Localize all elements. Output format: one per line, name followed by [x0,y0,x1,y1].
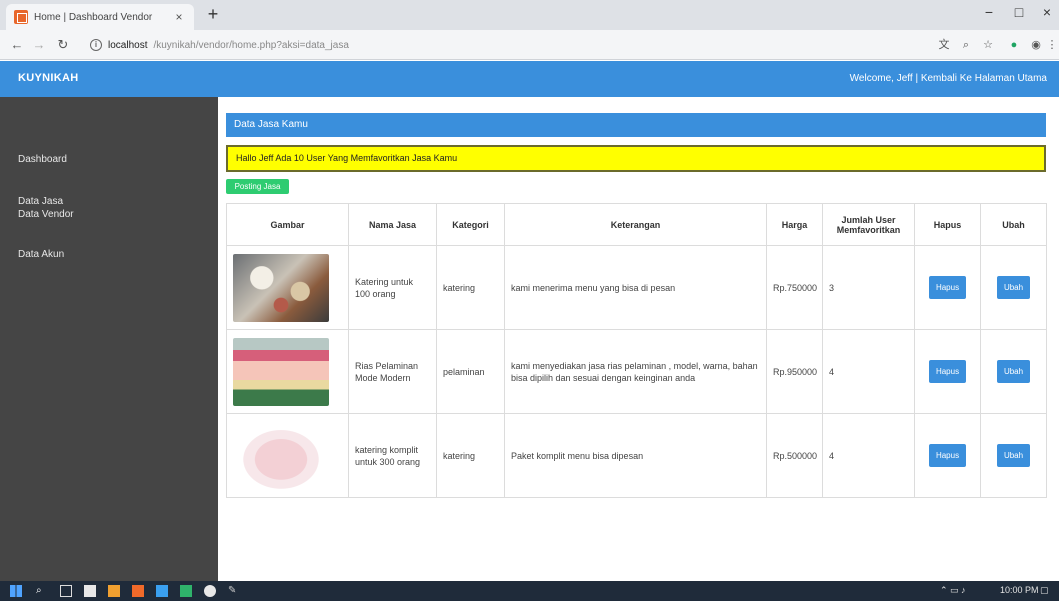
edit-cell: Ubah [980,329,1047,414]
chrome-icon[interactable] [204,585,216,597]
service-name: Rias Pelaminan Mode Modern [348,329,437,414]
zoom-icon[interactable]: ⌕ [958,37,974,53]
delete-button[interactable]: Hapus [928,444,967,467]
start-icon[interactable] [10,585,22,597]
delete-button[interactable]: Hapus [928,360,967,383]
service-name: katering komplit untuk 300 orang [348,413,437,498]
menu-icon[interactable]: ⋮ [1044,37,1059,53]
posting-jasa-button[interactable]: Posting Jasa [226,179,289,194]
favorite-count: 3 [822,245,915,330]
maximize-window-icon[interactable]: □ [1008,4,1030,20]
taskbar-app-icon[interactable] [156,585,168,597]
reload-icon[interactable]: ↻ [54,36,72,54]
task-view-icon[interactable] [60,585,72,597]
forward-icon[interactable]: → [30,36,48,54]
browser-toolbar: ← → ↻ i localhost/kuynikah/vendor/home.p… [0,30,1059,60]
sidebar: Dashboard Data Jasa Data Vendor Data Aku… [0,97,218,581]
page-title: Data Jasa Kamu [226,113,1046,137]
browser-tabstrip: Home | Dashboard Vendor × + − □ × [0,0,1059,30]
close-window-icon[interactable]: × [1036,4,1058,20]
brand-logo[interactable]: KUYNIKAH [18,72,78,84]
service-price: Rp.950000 [766,329,823,414]
table-row: Katering untuk 100 orang katering kami m… [226,245,1047,330]
extension-icon[interactable]: ● [1006,37,1022,53]
image-cell [226,245,349,330]
service-category: pelaminan [436,329,505,414]
back-to-home-link[interactable]: Kembali Ke Halaman Utama [921,73,1047,84]
tab-title: Home | Dashboard Vendor [34,11,153,23]
wedding-stage-photo [233,337,329,406]
delete-button[interactable]: Hapus [928,276,967,299]
column-header: Kategori [436,203,505,246]
table-header-row: Gambar Nama Jasa Kategori Keterangan Har… [226,203,1047,246]
favorite-alert: Hallo Jeff Ada 10 User Yang Memfavoritka… [226,145,1046,172]
service-category: katering [436,413,505,498]
favorite-count: 4 [822,329,915,414]
taskbar-app-icon[interactable] [132,585,144,597]
welcome-text: Welcome, Jeff | Kembali Ke Halaman Utama [850,73,1047,84]
search-icon[interactable]: ⌕ [36,585,48,597]
favorite-count: 4 [822,413,915,498]
catering-package-photo [233,421,329,490]
service-price: Rp.500000 [766,413,823,498]
catering-photo [233,253,329,322]
edit-button[interactable]: Ubah [996,360,1031,383]
column-header: Jumlah User Memfavoritkan [822,203,915,246]
welcome-greeting: Welcome, Jeff | [849,73,921,84]
delete-cell: Hapus [914,245,981,330]
sidebar-item-dashboard[interactable]: Dashboard [18,154,67,165]
table-row: katering komplit untuk 300 orang katerin… [226,413,1047,498]
back-icon[interactable]: ← [8,36,26,54]
clock[interactable]: 10:00 PM [1000,585,1039,595]
sidebar-item-data-akun[interactable]: Data Akun [18,249,64,260]
column-header: Hapus [914,203,981,246]
minimize-window-icon[interactable]: − [978,4,1000,20]
column-header: Nama Jasa [348,203,437,246]
bookmark-star-icon[interactable]: ☆ [980,37,996,53]
os-taskbar: ⌕ ✎ ⌃ ▭ ♪ 10:00 PM ▢ [0,581,1059,601]
notification-icon[interactable]: ▢ [1040,585,1049,596]
main-content: Data Jasa Kamu Hallo Jeff Ada 10 User Ya… [218,97,1059,581]
taskbar-app-icon[interactable] [108,585,120,597]
column-header: Harga [766,203,823,246]
address-bar[interactable]: i localhost/kuynikah/vendor/home.php?aks… [90,35,890,55]
delete-cell: Hapus [914,413,981,498]
column-header: Gambar [226,203,349,246]
tab-close-icon[interactable]: × [172,10,186,24]
edit-button[interactable]: Ubah [996,276,1031,299]
column-header: Keterangan [504,203,767,246]
taskbar-app-icon[interactable]: ✎ [228,585,240,597]
info-icon[interactable]: i [90,39,102,51]
tray-icons[interactable]: ⌃ ▭ ♪ [940,585,966,596]
delete-cell: Hapus [914,329,981,414]
service-price: Rp.750000 [766,245,823,330]
new-tab-button[interactable]: + [202,4,224,26]
table-row: Rias Pelaminan Mode Modern pelaminan kam… [226,329,1047,414]
service-description: kami menerima menu yang bisa di pesan [504,245,767,330]
url-host: localhost [108,39,148,51]
edit-button[interactable]: Ubah [996,444,1031,467]
translate-icon[interactable]: 文 [936,37,952,53]
service-name: Katering untuk 100 orang [348,245,437,330]
image-cell [226,413,349,498]
edit-cell: Ubah [980,245,1047,330]
services-table: Gambar Nama Jasa Kategori Keterangan Har… [226,203,1047,498]
service-description: kami menyediakan jasa rias pelaminan , m… [504,329,767,414]
edit-cell: Ubah [980,413,1047,498]
url-path: /kuynikah/vendor/home.php?aksi=data_jasa [153,39,349,51]
service-description: Paket komplit menu bisa dipesan [504,413,767,498]
app-header: KUYNIKAH Welcome, Jeff | Kembali Ke Hala… [0,61,1059,97]
explorer-icon[interactable] [84,585,96,597]
taskbar-app-icon[interactable] [180,585,192,597]
column-header: Ubah [980,203,1047,246]
site-favicon-icon [14,10,28,24]
browser-tab[interactable]: Home | Dashboard Vendor × [6,4,194,30]
sidebar-item-data-vendor[interactable]: Data Vendor [18,209,74,220]
profile-icon[interactable]: ◉ [1028,37,1044,53]
image-cell [226,329,349,414]
sidebar-item-data-jasa[interactable]: Data Jasa [18,196,63,207]
service-category: katering [436,245,505,330]
